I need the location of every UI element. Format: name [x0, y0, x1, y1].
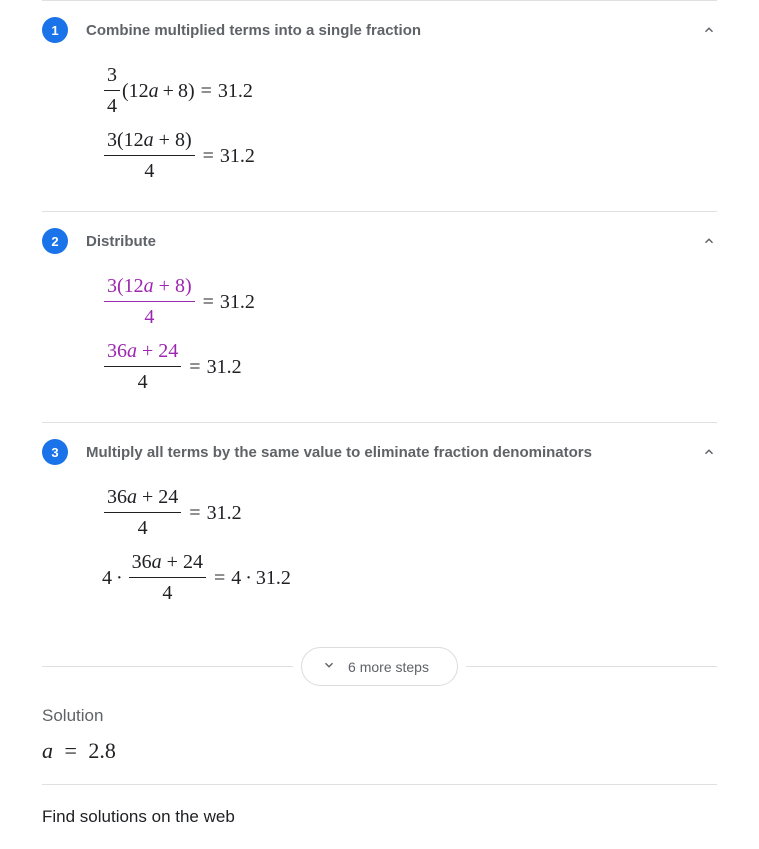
num-part-a: 3(12: [107, 129, 144, 151]
rhs: 31.2: [207, 353, 242, 381]
find-solutions-heading: Find solutions on the web: [42, 785, 717, 849]
step-3: 3 Multiply all terms by the same value t…: [42, 423, 717, 633]
divider-left: [42, 666, 293, 667]
solution-block: Solution a = 2.8: [42, 696, 717, 785]
denominator: 4: [135, 367, 151, 396]
num-part-a: 36: [107, 486, 127, 508]
numerator: 3(12a + 8): [104, 126, 195, 156]
variable: a: [152, 551, 162, 573]
solution-variable: a: [42, 738, 53, 763]
plus: +: [163, 77, 174, 105]
chevron-up-icon[interactable]: [701, 444, 717, 460]
step-2-equation-2: 36a + 24 4 = 31.2: [102, 337, 717, 396]
denominator: 4: [159, 578, 175, 607]
step-3-header[interactable]: 3 Multiply all terms by the same value t…: [42, 439, 717, 465]
num-part-b: + 24: [137, 340, 178, 362]
paren-open: (: [122, 77, 129, 105]
step-2: 2 Distribute 3(12a + 8) 4 = 31.2: [42, 212, 717, 423]
step-3-badge: 3: [42, 439, 68, 465]
lead-coef: 4: [102, 564, 112, 592]
solution-equation: a = 2.8: [42, 738, 717, 764]
fraction: 3(12a + 8) 4: [104, 126, 195, 185]
num-part-b: + 8): [154, 129, 192, 151]
coef: 12: [129, 77, 149, 105]
step-1-equation-1: 3 4 ( 12 a + 8 ) = 31.2: [102, 61, 717, 120]
numerator-highlighted: 36a + 24: [104, 337, 181, 367]
numerator: 36a + 24: [129, 548, 206, 578]
solution-value: 2.8: [88, 738, 116, 763]
denominator: 4: [141, 302, 157, 331]
num-part-b: + 8): [154, 275, 192, 297]
chevron-up-icon[interactable]: [701, 22, 717, 38]
step-3-title: Multiply all terms by the same value to …: [86, 444, 683, 461]
num-part-b: + 24: [162, 551, 203, 573]
denominator: 4: [104, 91, 120, 120]
denominator: 4: [141, 156, 157, 185]
rhs: 31.2: [220, 288, 255, 316]
step-2-equation-1: 3(12a + 8) 4 = 31.2: [102, 272, 717, 331]
equals: =: [189, 353, 200, 381]
num-part-a: 3(12: [107, 275, 144, 297]
step-1-title: Combine multiplied terms into a single f…: [86, 22, 683, 39]
equals: =: [203, 142, 214, 170]
num-part-a: 36: [132, 551, 152, 573]
equals: =: [65, 738, 77, 763]
step-1-badge: 1: [42, 17, 68, 43]
variable: a: [127, 340, 137, 362]
rhs-a: 4: [231, 564, 241, 592]
equals: =: [201, 77, 212, 105]
divider-right: [466, 666, 717, 667]
variable: a: [149, 77, 159, 105]
step-3-equation-1: 36a + 24 4 = 31.2: [102, 483, 717, 542]
more-steps-label: 6 more steps: [348, 659, 429, 675]
step-2-badge: 2: [42, 228, 68, 254]
more-steps-row: 6 more steps: [42, 647, 717, 686]
rhs-b: 31.2: [256, 564, 291, 592]
step-3-body: 36a + 24 4 = 31.2 4 · 36a + 24 4 = 4 ·: [42, 465, 717, 617]
step-2-header[interactable]: 2 Distribute: [42, 228, 717, 254]
rhs: 31.2: [220, 142, 255, 170]
num-part-a: 36: [107, 340, 127, 362]
equals: =: [214, 564, 225, 592]
equals: =: [203, 288, 214, 316]
fraction: 36a + 24 4: [104, 483, 181, 542]
main-container: 1 Combine multiplied terms into a single…: [42, 0, 717, 849]
chevron-up-icon[interactable]: [701, 233, 717, 249]
step-2-body: 3(12a + 8) 4 = 31.2 36a + 24 4 = 31.2: [42, 254, 717, 406]
rhs: 31.2: [207, 499, 242, 527]
numerator: 3(12a + 8): [104, 272, 195, 302]
numerator: 3: [104, 61, 120, 91]
solution-label: Solution: [42, 706, 717, 726]
step-1-equation-2: 3(12a + 8) 4 = 31.2: [102, 126, 717, 185]
dot-operator: ·: [245, 564, 252, 592]
paren-close: ): [188, 77, 195, 105]
more-steps-button[interactable]: 6 more steps: [301, 647, 458, 686]
fraction: 3 4: [104, 61, 120, 120]
step-1: 1 Combine multiplied terms into a single…: [42, 1, 717, 212]
denominator: 4: [135, 513, 151, 542]
numerator: 36a + 24: [104, 483, 181, 513]
step-2-title: Distribute: [86, 233, 683, 250]
fraction: 36a + 24 4: [129, 548, 206, 607]
chevron-down-icon: [322, 658, 336, 675]
variable: a: [127, 486, 137, 508]
const: 8: [178, 77, 188, 105]
dot-operator: ·: [116, 564, 123, 592]
step-1-header[interactable]: 1 Combine multiplied terms into a single…: [42, 17, 717, 43]
variable: a: [144, 129, 154, 151]
fraction: 36a + 24 4: [104, 337, 181, 396]
step-3-equation-2: 4 · 36a + 24 4 = 4 · 31.2: [102, 548, 717, 607]
variable: a: [144, 275, 154, 297]
rhs: 31.2: [218, 77, 253, 105]
step-1-body: 3 4 ( 12 a + 8 ) = 31.2 3(12a + 8) 4: [42, 43, 717, 195]
fraction-highlighted: 3(12a + 8) 4: [104, 272, 195, 331]
equals: =: [189, 499, 200, 527]
num-part-b: + 24: [137, 486, 178, 508]
